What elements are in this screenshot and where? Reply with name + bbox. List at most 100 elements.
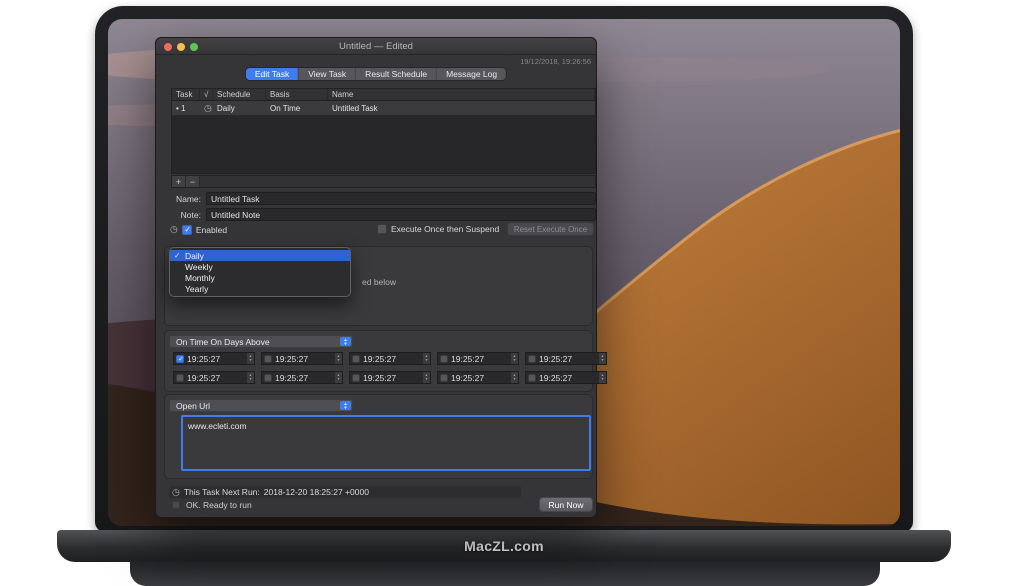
time-basis-popup[interactable]: On Time On Days Above xyxy=(169,335,353,348)
url-textarea[interactable]: www.ecleti.com xyxy=(181,415,591,471)
window-title: Untitled — Edited xyxy=(339,41,413,52)
col-check[interactable]: √ xyxy=(200,89,213,100)
tab-result-schedule[interactable]: Result Schedule xyxy=(355,68,436,80)
menu-item-daily[interactable]: ✓ Daily xyxy=(170,250,350,261)
time-value[interactable]: 19:25:27 xyxy=(539,373,598,383)
col-basis[interactable]: Basis xyxy=(266,89,328,100)
tab-view-task[interactable]: View Task xyxy=(298,68,355,80)
time-cell: 19:25:27 xyxy=(261,352,343,365)
row-clock-icon clock-icon xyxy=(200,103,213,114)
menu-item-label: Yearly xyxy=(185,284,208,294)
menu-item-yearly[interactable]: Yearly xyxy=(170,283,350,294)
time-checkbox[interactable] xyxy=(264,374,272,382)
time-checkbox[interactable] xyxy=(176,374,184,382)
time-stepper-icon[interactable] xyxy=(334,353,342,364)
col-schedule[interactable]: Schedule xyxy=(213,89,266,100)
execute-once-row: Execute Once then Suspend xyxy=(377,224,499,234)
time-stepper-icon[interactable] xyxy=(246,372,254,383)
schedule-dropdown-menu: ✓ Daily Weekly Monthly Yearly xyxy=(169,247,351,297)
status-text: OK. Ready to run xyxy=(186,500,252,510)
name-label: Name: xyxy=(172,194,206,204)
tab-message-log[interactable]: Message Log xyxy=(436,68,506,80)
options-row: Enabled xyxy=(170,224,227,235)
laptop-base: MacZL.com xyxy=(57,530,951,562)
time-checkbox[interactable] xyxy=(264,355,272,363)
menu-item-monthly[interactable]: Monthly xyxy=(170,272,350,283)
clock-icon xyxy=(170,224,178,235)
row-task-number: • 1 xyxy=(172,104,200,113)
zoom-button[interactable] xyxy=(190,43,198,51)
time-value[interactable]: 19:25:27 xyxy=(187,354,246,364)
clock-timestamp: 19/12/2018, 19:26:56 xyxy=(520,57,591,66)
task-table-header: Task √ Schedule Basis Name xyxy=(172,89,595,101)
time-checkbox[interactable] xyxy=(440,374,448,382)
reset-execute-once-button[interactable]: Reset Execute Once xyxy=(507,222,594,236)
titlebar[interactable]: Untitled — Edited xyxy=(156,38,596,55)
time-checkbox[interactable] xyxy=(176,355,184,363)
table-empty-area[interactable] xyxy=(172,115,595,173)
time-stepper-icon[interactable] xyxy=(422,353,430,364)
time-stepper-icon[interactable] xyxy=(334,372,342,383)
execute-once-checkbox[interactable] xyxy=(377,224,387,234)
menu-item-label: Weekly xyxy=(185,262,213,272)
name-input[interactable]: Untitled Task xyxy=(206,192,596,205)
time-checkbox[interactable] xyxy=(352,374,360,382)
time-stepper-icon[interactable] xyxy=(246,353,254,364)
time-checkbox[interactable] xyxy=(352,355,360,363)
traffic-lights xyxy=(164,43,198,51)
time-value[interactable]: 19:25:27 xyxy=(451,354,510,364)
brand-label: MacZL.com xyxy=(464,538,544,554)
time-stepper-icon[interactable] xyxy=(598,353,606,364)
time-stepper-icon[interactable] xyxy=(598,372,606,383)
note-row: Note: Untitled Note xyxy=(172,208,596,221)
next-run-bar: This Task Next Run: 2018-12-20 18:25:27 … xyxy=(169,486,521,498)
schedule-partial-text: ed below xyxy=(362,277,396,287)
next-run-label: This Task Next Run: xyxy=(184,487,260,497)
action-popup[interactable]: Open Url xyxy=(169,399,353,412)
col-task[interactable]: Task xyxy=(172,89,200,100)
note-input[interactable]: Untitled Note xyxy=(206,208,596,221)
time-checkbox[interactable] xyxy=(528,374,536,382)
task-table: Task √ Schedule Basis Name • 1 Daily On … xyxy=(171,88,596,174)
popup-arrows-icon xyxy=(340,401,351,410)
time-cell: 19:25:27 xyxy=(173,371,255,384)
remove-task-button[interactable]: − xyxy=(186,176,200,187)
time-cell: 19:25:27 xyxy=(437,352,519,365)
clock-icon xyxy=(172,487,180,498)
next-run-value: 2018-12-20 18:25:27 +0000 xyxy=(264,487,369,497)
time-stepper-icon[interactable] xyxy=(510,372,518,383)
time-value[interactable]: 19:25:27 xyxy=(451,373,510,383)
popup-arrows-icon xyxy=(340,337,351,346)
run-now-button[interactable]: Run Now xyxy=(539,497,593,512)
note-label: Note: xyxy=(172,210,206,220)
time-value[interactable]: 19:25:27 xyxy=(275,373,334,383)
time-cell: 19:25:27 xyxy=(261,371,343,384)
app-window: Untitled — Edited 19/12/2018, 19:26:56 E… xyxy=(155,37,597,518)
enabled-label: Enabled xyxy=(196,225,227,235)
menu-item-weekly[interactable]: Weekly xyxy=(170,261,350,272)
time-cell: 19:25:27 xyxy=(349,352,431,365)
time-stepper-icon[interactable] xyxy=(510,353,518,364)
time-value[interactable]: 19:25:27 xyxy=(275,354,334,364)
minimize-button[interactable] xyxy=(177,43,185,51)
time-value[interactable]: 19:25:27 xyxy=(187,373,246,383)
row-basis: On Time xyxy=(266,104,328,113)
execute-once-label: Execute Once then Suspend xyxy=(391,224,499,234)
time-value[interactable]: 19:25:27 xyxy=(539,354,598,364)
status-row: OK. Ready to run xyxy=(172,500,252,510)
table-row[interactable]: • 1 Daily On Time Untitled Task xyxy=(172,101,595,115)
time-checkbox[interactable] xyxy=(528,355,536,363)
laptop-base-edge xyxy=(130,561,880,586)
name-row: Name: Untitled Task xyxy=(172,192,596,205)
time-checkbox[interactable] xyxy=(440,355,448,363)
close-button[interactable] xyxy=(164,43,172,51)
add-task-button[interactable]: + xyxy=(172,176,186,187)
enabled-checkbox[interactable] xyxy=(182,225,192,235)
col-name[interactable]: Name xyxy=(328,89,595,100)
tab-edit-task[interactable]: Edit Task xyxy=(246,68,298,80)
time-value[interactable]: 19:25:27 xyxy=(363,373,422,383)
time-cell: 19:25:27 xyxy=(437,371,519,384)
time-value[interactable]: 19:25:27 xyxy=(363,354,422,364)
time-stepper-icon[interactable] xyxy=(422,372,430,383)
row-schedule: Daily xyxy=(213,104,266,113)
